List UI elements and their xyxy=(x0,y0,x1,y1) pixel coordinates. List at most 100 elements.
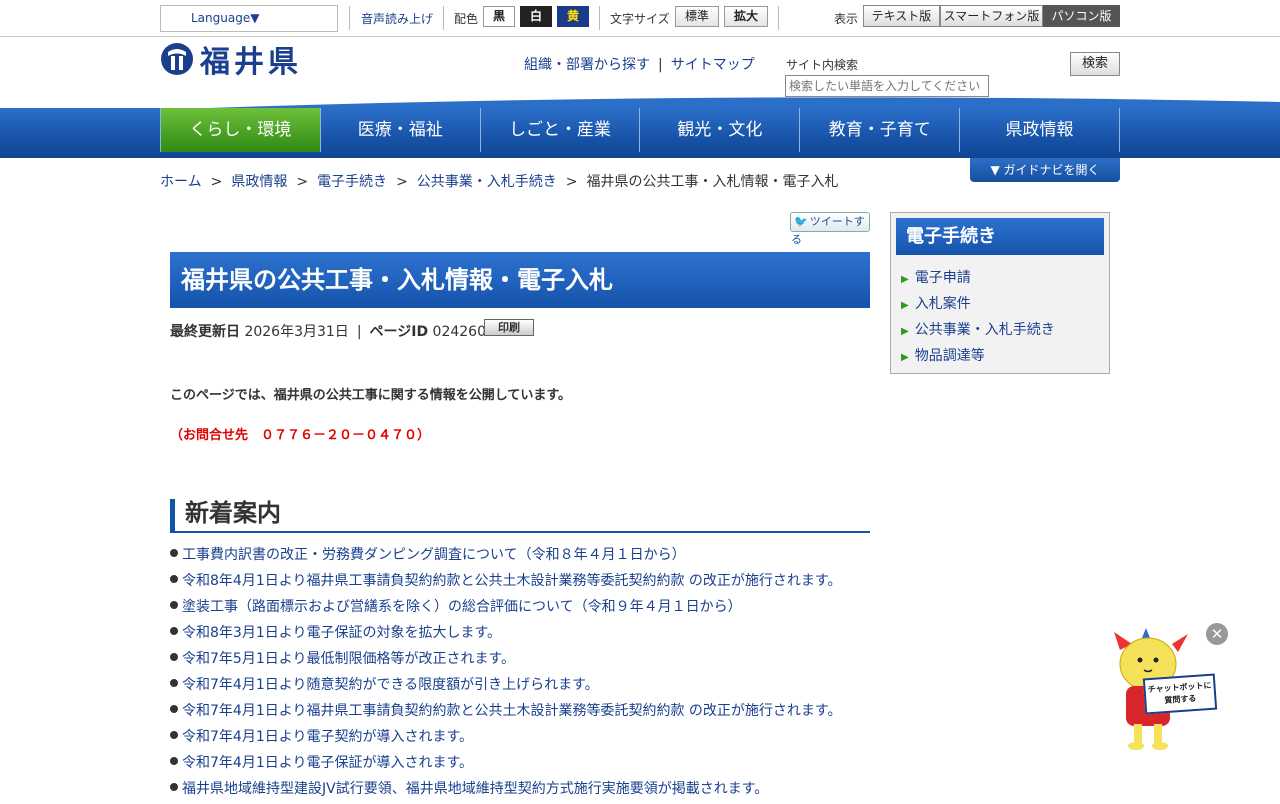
divider xyxy=(599,6,600,30)
page-title: 福井県の公共工事・入札情報・電子入札 xyxy=(170,252,870,308)
text-version-button[interactable]: テキスト版 xyxy=(863,5,940,27)
news-item: 工事費内訳書の改正・労務費ダンピング調査について（令和８年４月１日から） xyxy=(170,544,842,570)
side-link-public-works[interactable]: 公共事業・入札手続き xyxy=(915,322,1055,338)
news-item: 令和7年4月1日より随意契約ができる限度額が引き上げられます。 xyxy=(170,674,842,700)
news-item: 令和7年4月1日より福井県工事請負契約約款と公共土木設計業務等委託契約約款 の改… xyxy=(170,700,842,726)
news-link[interactable]: 令和7年4月1日より電子保証が導入されます。 xyxy=(182,755,473,771)
utility-bar: Language▼ 音声読み上げ 配色 黒 白 黄 文字サイズ 標準 拡大 表示… xyxy=(0,0,1280,37)
side-link-bid-cases[interactable]: 入札案件 xyxy=(915,296,971,312)
logo-text: 福井県 xyxy=(200,45,302,80)
bullet-icon xyxy=(170,653,178,661)
twitter-bird-icon: 🐦 xyxy=(794,215,808,228)
news-list: 工事費内訳書の改正・労務費ダンピング調査について（令和８年４月１日から） 令和8… xyxy=(170,544,842,804)
triangle-right-icon: ▶ xyxy=(901,352,909,363)
display-label: 表示 xyxy=(834,12,859,26)
prefecture-emblem-icon xyxy=(161,43,193,75)
triangle-right-icon: ▶ xyxy=(901,326,909,337)
news-link[interactable]: 令和7年5月1日より最低制限価格等が改正されます。 xyxy=(182,651,515,667)
triangle-right-icon: ▶ xyxy=(901,274,909,285)
color-label: 配色 xyxy=(454,12,479,26)
nav-tourism-culture[interactable]: 観光・文化 xyxy=(640,108,801,152)
breadcrumb-current: 福井県の公共工事・入札情報・電子入札 xyxy=(586,174,839,190)
sitemap-link[interactable]: サイトマップ xyxy=(671,57,755,73)
divider xyxy=(443,6,444,30)
nav-living-environment[interactable]: くらし・環境 xyxy=(160,108,321,152)
breadcrumb-separator: > xyxy=(396,174,408,190)
side-menu-item: ▶ 電子申請 xyxy=(901,267,1055,293)
breadcrumb: ホーム > 県政情報 > 電子手続き > 公共事業・入札手続き > 福井県の公共工事・入札情報・… xyxy=(160,171,839,191)
section-heading-news: 新着案内 xyxy=(170,499,870,533)
news-link[interactable]: 工事費内訳書の改正・労務費ダンピング調査について（令和８年４月１日から） xyxy=(182,547,686,563)
breadcrumb-public-works[interactable]: 公共事業・入札手続き xyxy=(417,174,557,190)
guide-navi-button[interactable]: ▼ ガイドナビを開く xyxy=(970,158,1120,182)
breadcrumb-electronic-procedures[interactable]: 電子手続き xyxy=(317,174,387,190)
chatbot-close-icon[interactable]: ✕ xyxy=(1206,623,1228,645)
print-button[interactable]: 印刷 xyxy=(484,319,534,336)
color-black-button[interactable]: 黒 xyxy=(483,6,515,27)
divider xyxy=(349,6,350,30)
breadcrumb-prefectural-info[interactable]: 県政情報 xyxy=(231,174,287,190)
intro-text: このページでは、福井県の公共工事に関する情報を公開しています。 xyxy=(170,388,572,403)
news-item: 令和7年4月1日より電子契約が導入されます。 xyxy=(170,726,842,752)
tweet-button[interactable]: 🐦 ツイートする xyxy=(790,212,870,246)
nav-education-childcare[interactable]: 教育・子育て xyxy=(800,108,961,152)
color-yellow-button[interactable]: 黄 xyxy=(557,6,589,27)
news-link[interactable]: 福井県地域維持型建設JV試行要領、福井県地域維持型契約方式施行実施要領が掲載され… xyxy=(182,781,768,797)
separator: | xyxy=(658,57,663,73)
side-menu-item: ▶ 入札案件 xyxy=(901,293,1055,319)
side-link-procurement[interactable]: 物品調達等 xyxy=(915,348,985,364)
search-label: サイト内検索 xyxy=(786,58,859,72)
side-menu: 電子手続き ▶ 電子申請 ▶ 入札案件 ▶ 公共事業・入札手続き ▶ 物品調達等 xyxy=(890,212,1110,374)
breadcrumb-separator: > xyxy=(210,174,223,190)
nav-medical-welfare[interactable]: 医療・福祉 xyxy=(321,108,481,152)
breadcrumb-separator: > xyxy=(296,174,309,190)
global-nav: くらし・環境 医療・福祉 しごと・産業 観光・文化 教育・子育て 県政情報 xyxy=(160,108,1120,152)
side-menu-title: 電子手続き xyxy=(896,218,1104,255)
language-select[interactable]: Language▼ xyxy=(160,5,338,32)
divider xyxy=(778,6,779,30)
page-meta: 最終更新日 2026年3月31日 | ページID 024260 xyxy=(170,321,486,341)
chatbot-label[interactable]: チャットボットに 質問する xyxy=(1142,673,1218,715)
side-menu-item: ▶ 物品調達等 xyxy=(901,345,1055,371)
side-link-electronic-application[interactable]: 電子申請 xyxy=(915,270,971,286)
bullet-icon xyxy=(170,679,178,687)
news-item: 福井県地域維持型建設JV試行要領、福井県地域維持型契約方式施行実施要領が掲載され… xyxy=(170,778,842,804)
color-white-button[interactable]: 白 xyxy=(520,6,552,27)
bullet-icon xyxy=(170,549,178,557)
news-item: 令和7年4月1日より電子保証が導入されます。 xyxy=(170,752,842,778)
bullet-icon xyxy=(170,575,178,583)
news-item: 塗装工事（路面標示および営繕系を除く）の総合評価について（令和９年４月１日から） xyxy=(170,596,842,622)
pc-version-button[interactable]: パソコン版 xyxy=(1043,5,1120,27)
nav-prefectural-info[interactable]: 県政情報 xyxy=(960,108,1120,152)
bullet-icon xyxy=(170,705,178,713)
bullet-icon xyxy=(170,601,178,609)
news-link[interactable]: 令和7年4月1日より随意契約ができる限度額が引き上げられます。 xyxy=(182,677,599,693)
contact-info: （お問合せ先 ０７７６－２０－０４７０） xyxy=(170,428,431,443)
news-item: 令和7年5月1日より最低制限価格等が改正されます。 xyxy=(170,648,842,674)
font-large-button[interactable]: 拡大 xyxy=(724,6,768,27)
news-link[interactable]: 令和7年4月1日より福井県工事請負契約約款と公共土木設計業務等委託契約約款 の改… xyxy=(182,703,842,719)
news-link[interactable]: 令和8年3月1日より電子保証の対象を拡大します。 xyxy=(182,625,501,641)
breadcrumb-home[interactable]: ホーム xyxy=(160,174,202,190)
breadcrumb-separator: > xyxy=(565,174,578,190)
org-search-link[interactable]: 組織・部署から探す xyxy=(524,57,650,73)
news-link[interactable]: 塗装工事（路面標示および営繕系を除く）の総合評価について（令和９年４月１日から） xyxy=(182,599,742,615)
font-size-label: 文字サイズ xyxy=(610,12,670,26)
site-logo[interactable]: 福井県 xyxy=(160,41,302,80)
news-link[interactable]: 令和8年4月1日より福井県工事請負契約約款と公共土木設計業務等委託契約約款 の改… xyxy=(182,573,842,589)
bullet-icon xyxy=(170,731,178,739)
side-menu-item: ▶ 公共事業・入札手続き xyxy=(901,319,1055,345)
smartphone-version-button[interactable]: スマートフォン版 xyxy=(940,5,1043,27)
header-links: 組織・部署から探す | サイトマップ xyxy=(524,54,755,74)
news-link[interactable]: 令和7年4月1日より電子契約が導入されます。 xyxy=(182,729,473,745)
bullet-icon xyxy=(170,627,178,635)
nav-work-industry[interactable]: しごと・産業 xyxy=(481,108,641,152)
read-aloud-link[interactable]: 音声読み上げ xyxy=(361,10,433,27)
news-item: 令和8年4月1日より福井県工事請負契約約款と公共土木設計業務等委託契約約款 の改… xyxy=(170,570,842,596)
updated-label: 最終更新日 xyxy=(170,324,240,340)
side-menu-list: ▶ 電子申請 ▶ 入札案件 ▶ 公共事業・入札手続き ▶ 物品調達等 xyxy=(901,267,1055,371)
search-button[interactable]: 検索 xyxy=(1070,52,1120,76)
page-id-label: ページID xyxy=(369,324,429,340)
font-standard-button[interactable]: 標準 xyxy=(675,6,719,27)
triangle-right-icon: ▶ xyxy=(901,300,909,311)
